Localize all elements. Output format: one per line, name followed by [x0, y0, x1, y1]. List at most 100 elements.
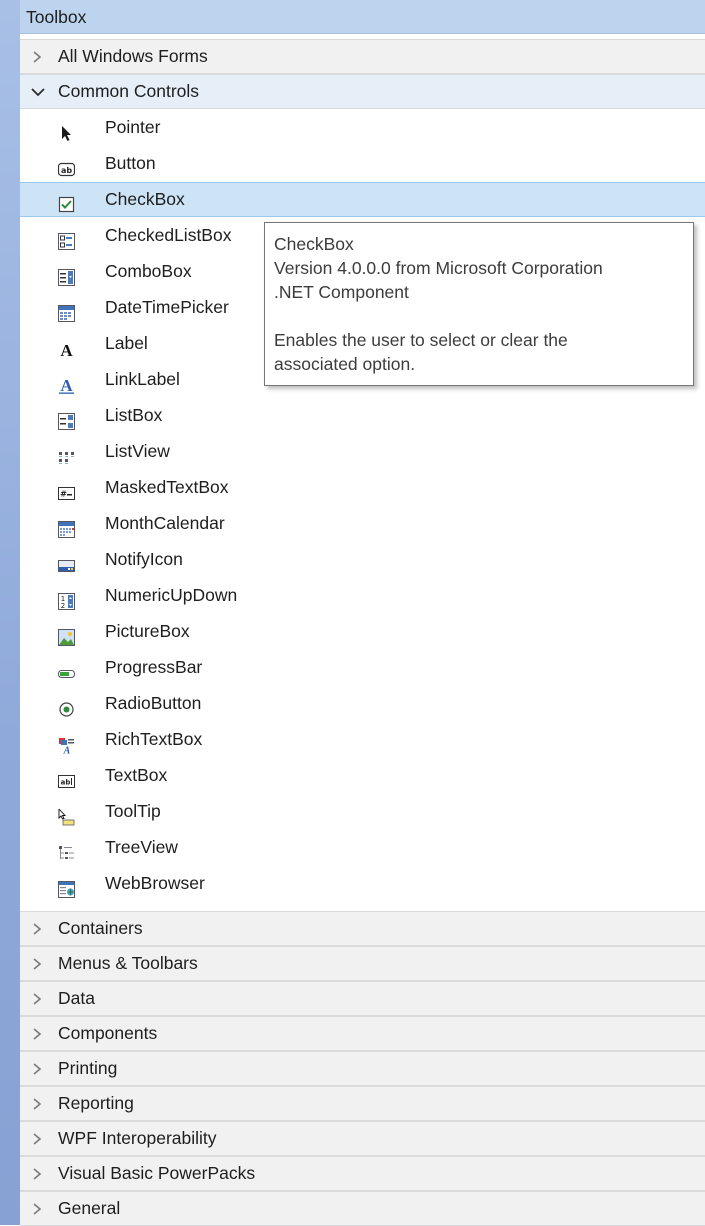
toolbox-item-richtextbox[interactable]: A RichTextBox [20, 722, 705, 757]
svg-text:A: A [60, 341, 73, 358]
category-components[interactable]: Components [20, 1016, 705, 1051]
category-common-controls[interactable]: Common Controls [20, 74, 705, 109]
category-general[interactable]: General [20, 1191, 705, 1226]
category-label: Containers [58, 918, 143, 938]
progressbar-icon [58, 659, 75, 678]
category-wpf-interoperability[interactable]: WPF Interoperability [20, 1121, 705, 1156]
category-containers[interactable]: Containers [20, 911, 705, 946]
category-data[interactable]: Data [20, 981, 705, 1016]
listview-icon [58, 443, 75, 464]
item-label: CheckedListBox [105, 225, 232, 245]
item-label: ListBox [105, 405, 163, 425]
toolbox-item-listbox[interactable]: ListBox [20, 398, 705, 433]
toolbox-item-tooltip[interactable]: ToolTip [20, 794, 705, 829]
numericupdown-icon: 12 [58, 587, 75, 610]
toolbox-item-pointer[interactable]: Pointer [20, 110, 705, 145]
category-reporting[interactable]: Reporting [20, 1086, 705, 1121]
item-label: TreeView [105, 837, 178, 857]
item-label: DateTimePicker [105, 297, 229, 317]
item-label: ToolTip [105, 801, 161, 821]
toolbox-title-bar[interactable]: Toolbox [20, 0, 705, 34]
toolbox-item-notifyicon[interactable]: NotifyIcon [20, 542, 705, 577]
treeview-icon [58, 839, 75, 859]
category-menus-toolbars[interactable]: Menus & Toolbars [20, 946, 705, 981]
svg-text:A: A [60, 377, 73, 394]
monthcalendar-icon [58, 515, 75, 538]
tooltip-description-line2: associated option. [274, 354, 416, 374]
item-label: TextBox [105, 765, 168, 785]
category-label: Components [58, 1023, 158, 1043]
datetimepicker-icon [58, 299, 75, 322]
category-label: Printing [58, 1058, 118, 1078]
combobox-icon [58, 263, 75, 286]
toolbox-item-checkbox[interactable]: CheckBox [20, 182, 705, 217]
toolbox-item-radiobutton[interactable]: RadioButton [20, 686, 705, 721]
item-label: Pointer [105, 117, 161, 137]
item-label: LinkLabel [105, 369, 180, 389]
svg-text:#: # [60, 490, 67, 499]
toolbox-item-maskedtextbox[interactable]: # MaskedTextBox [20, 470, 705, 505]
category-label: WPF Interoperability [58, 1128, 217, 1148]
item-label: Button [105, 153, 156, 173]
toolbox-item-treeview[interactable]: TreeView [20, 830, 705, 865]
tooltip-title: CheckBox [274, 234, 354, 254]
picturebox-icon [58, 623, 75, 646]
item-label: MaskedTextBox [105, 477, 229, 497]
radiobutton-icon [58, 695, 75, 717]
notifyicon-icon [58, 551, 75, 572]
item-label: NumericUpDown [105, 585, 238, 605]
textbox-icon: ab [58, 767, 75, 788]
item-label: RadioButton [105, 693, 202, 713]
item-label: PictureBox [105, 621, 190, 641]
item-label: Label [105, 333, 148, 353]
checkedlistbox-icon [58, 227, 75, 250]
chevron-right-icon [29, 982, 45, 1015]
chevron-right-icon [29, 1052, 45, 1085]
category-label: Data [58, 988, 95, 1008]
checkbox-icon [58, 191, 75, 213]
toolbox-item-textbox[interactable]: ab TextBox [20, 758, 705, 793]
item-label: ComboBox [105, 261, 192, 281]
tooltip-description-line1: Enables the user to select or clear the [274, 330, 568, 350]
item-label: ProgressBar [105, 657, 203, 677]
toolbox-title: Toolbox [26, 7, 87, 27]
toolbox-item-progressbar[interactable]: ProgressBar [20, 650, 705, 685]
chevron-down-icon [29, 75, 45, 108]
item-label: WebBrowser [105, 873, 205, 893]
toolbox-item-picturebox[interactable]: PictureBox [20, 614, 705, 649]
webbrowser-icon [58, 875, 75, 898]
maskedtextbox-icon: # [58, 479, 75, 500]
toolbox-item-numericupdown[interactable]: 12 NumericUpDown [20, 578, 705, 613]
item-label: CheckBox [105, 189, 185, 209]
label-icon: A [58, 335, 75, 360]
chevron-right-icon [29, 40, 45, 73]
toolbox-item-button[interactable]: ab Button [20, 146, 705, 181]
category-label: Common Controls [58, 81, 200, 101]
item-label: NotifyIcon [105, 549, 183, 569]
category-label: Reporting [58, 1093, 134, 1113]
chevron-right-icon [29, 912, 45, 945]
chevron-right-icon [29, 1087, 45, 1120]
svg-text:A: A [63, 746, 71, 755]
category-printing[interactable]: Printing [20, 1051, 705, 1086]
tooltip-spacer [274, 304, 693, 328]
chevron-right-icon [29, 1192, 45, 1225]
category-label: All Windows Forms [58, 46, 208, 66]
svg-text:ab: ab [61, 779, 71, 787]
tooltip-icon [58, 803, 75, 826]
category-label: Menus & Toolbars [58, 953, 198, 973]
tooltip-version: Version 4.0.0.0 from Microsoft Corporati… [274, 258, 603, 278]
pointer-icon [58, 119, 75, 141]
listbox-icon [58, 407, 75, 430]
category-visual-basic-powerpacks[interactable]: Visual Basic PowerPacks [20, 1156, 705, 1191]
svg-text:2: 2 [61, 602, 65, 610]
chevron-right-icon [29, 947, 45, 980]
toolbox-item-monthcalendar[interactable]: MonthCalendar [20, 506, 705, 541]
toolbox-item-listview[interactable]: ListView [20, 434, 705, 469]
item-tooltip-popup: CheckBox Version 4.0.0.0 from Microsoft … [264, 222, 694, 386]
window-edge-strip [0, 0, 20, 1225]
item-label: ListView [105, 441, 170, 461]
category-all-windows-forms[interactable]: All Windows Forms [20, 39, 705, 74]
toolbox-item-webbrowser[interactable]: WebBrowser [20, 866, 705, 901]
tooltip-component-type: .NET Component [274, 282, 409, 302]
